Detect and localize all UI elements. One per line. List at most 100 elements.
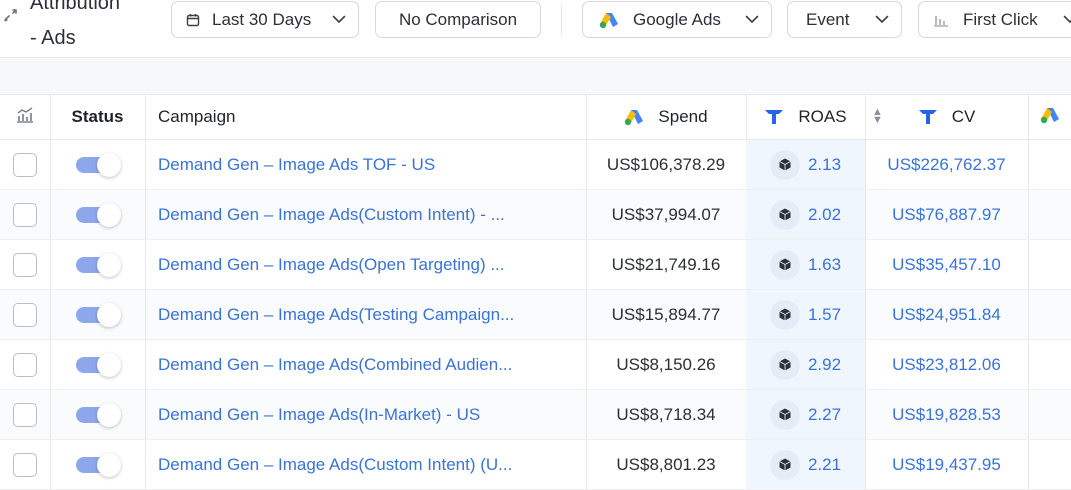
triadic-logo-icon (764, 109, 784, 125)
calendar-icon (186, 13, 200, 27)
status-cell (50, 190, 145, 239)
roas-value[interactable]: 2.92 (808, 355, 841, 375)
toggle-knob (96, 252, 121, 277)
cube-icon (769, 149, 800, 180)
date-range-label: Last 30 Days (212, 9, 312, 29)
channel-label: Google Ads (633, 9, 721, 29)
cv-value[interactable]: US$19,437.95 (892, 455, 1001, 475)
table-row[interactable]: Demand Gen – Image Ads(Custom Intent) (U… (0, 440, 1071, 490)
campaign-link[interactable]: Demand Gen – Image Ads(Custom Intent) - … (158, 205, 505, 225)
spend-value: US$8,801.23 (616, 454, 716, 474)
roas-cell: 2.02 (746, 190, 865, 239)
campaign-link[interactable]: Demand Gen – Image Ads(Open Targeting) .… (158, 255, 505, 275)
table-row[interactable]: Demand Gen – Image Ads(Open Targeting) .… (0, 240, 1071, 290)
row-checkbox-cell (0, 190, 50, 239)
roas-cell: 1.63 (746, 240, 865, 289)
cv-cell: US$24,951.84 (865, 290, 1028, 339)
status-cell (50, 290, 145, 339)
row-checkbox[interactable] (13, 252, 37, 277)
table-row[interactable]: Demand Gen – Image Ads(Combined Audien..… (0, 340, 1071, 390)
spend-cell: US$8,150.26 (586, 340, 746, 389)
attribution-model-dropdown[interactable]: First Click (918, 1, 1071, 38)
campaign-link[interactable]: Demand Gen – Image Ads(Custom Intent) (U… (158, 455, 512, 475)
toggle-knob (96, 452, 121, 477)
cube-icon (769, 399, 800, 430)
row-checkbox[interactable] (13, 402, 37, 427)
column-divider (1028, 340, 1029, 389)
spend-value: US$21,749.16 (611, 254, 721, 274)
status-toggle[interactable] (75, 402, 121, 427)
roas-value[interactable]: 2.21 (808, 455, 841, 475)
status-toggle[interactable] (75, 452, 121, 477)
toggle-knob (96, 352, 121, 377)
campaign-cell: Demand Gen – Image Ads TOF - US (145, 140, 586, 189)
status-cell (50, 240, 145, 289)
column-header-campaign[interactable]: Campaign (145, 95, 586, 139)
channel-dropdown[interactable]: Google Ads (582, 1, 772, 38)
spend-cell: US$8,718.34 (586, 390, 746, 439)
roas-value[interactable]: 2.02 (808, 205, 841, 225)
cv-value[interactable]: US$24,951.84 (892, 305, 1001, 325)
chevron-down-icon (875, 15, 889, 24)
status-toggle[interactable] (75, 252, 121, 277)
toggle-knob (96, 202, 121, 227)
table-header-row: Status Campaign Spend ROAS ▲ ▼ CV (0, 94, 1071, 140)
bar-chart-icon (933, 13, 949, 27)
table-row[interactable]: Demand Gen – Image Ads TOF - US US$106,37… (0, 140, 1071, 190)
row-checkbox[interactable] (13, 152, 37, 177)
campaign-link[interactable]: Demand Gen – Image Ads TOF - US (158, 155, 435, 175)
spend-value: US$8,718.34 (616, 404, 716, 424)
column-header-more[interactable] (1028, 95, 1071, 139)
status-toggle[interactable] (75, 352, 121, 377)
campaign-link[interactable]: Demand Gen – Image Ads(Combined Audien..… (158, 355, 512, 375)
row-checkbox[interactable] (13, 352, 37, 377)
comparison-button[interactable]: No Comparison (375, 1, 541, 38)
status-toggle[interactable] (75, 302, 121, 327)
event-label: Event (806, 9, 850, 29)
date-range-dropdown[interactable]: Last 30 Days (171, 1, 359, 38)
status-toggle[interactable] (75, 202, 121, 227)
cv-cell: US$35,457.10 (865, 240, 1028, 289)
table-row[interactable]: Demand Gen – Image Ads(In-Market) - US US… (0, 390, 1071, 440)
column-settings-button[interactable] (0, 95, 50, 139)
event-dropdown[interactable]: Event (787, 1, 902, 38)
cv-value[interactable]: US$19,828.53 (892, 405, 1001, 425)
roas-value[interactable]: 2.27 (808, 405, 841, 425)
cv-value[interactable]: US$76,887.97 (892, 205, 1001, 225)
sort-icon[interactable]: ▲ ▼ (872, 107, 883, 126)
row-checkbox[interactable] (13, 452, 37, 477)
row-checkbox[interactable] (13, 202, 37, 227)
column-divider (1028, 140, 1029, 189)
cv-value[interactable]: US$35,457.10 (892, 255, 1001, 275)
roas-value[interactable]: 2.13 (808, 155, 841, 175)
column-header-cv[interactable]: ▲ ▼ CV (865, 95, 1028, 139)
campaign-link[interactable]: Demand Gen – Image Ads(In-Market) - US (158, 405, 480, 425)
column-header-cv-label: CV (951, 107, 976, 126)
campaign-cell: Demand Gen – Image Ads(Testing Campaign.… (145, 290, 586, 339)
page-title-line1: Attribution (30, 0, 121, 14)
table-row[interactable]: Demand Gen – Image Ads(Custom Intent) - … (0, 190, 1071, 240)
toggle-knob (96, 302, 121, 327)
table-row[interactable]: Demand Gen – Image Ads(Testing Campaign.… (0, 290, 1071, 340)
cv-value[interactable]: US$226,762.37 (887, 155, 1005, 175)
column-header-roas[interactable]: ROAS (746, 95, 865, 139)
cv-value[interactable]: US$23,812.06 (892, 355, 1001, 375)
roas-value[interactable]: 1.63 (808, 255, 841, 275)
cube-icon (769, 349, 800, 380)
toggle-knob (96, 152, 121, 177)
spend-cell: US$8,801.23 (586, 440, 746, 489)
column-header-spend[interactable]: Spend (586, 95, 746, 139)
comparison-label: No Comparison (398, 9, 518, 29)
chevron-down-icon (332, 15, 346, 24)
campaign-link[interactable]: Demand Gen – Image Ads(Testing Campaign.… (158, 305, 514, 325)
roas-value[interactable]: 1.57 (808, 305, 841, 325)
row-checkbox-cell (0, 140, 50, 189)
google-ads-icon (599, 11, 619, 29)
row-checkbox[interactable] (13, 302, 37, 327)
column-divider (1028, 290, 1029, 339)
status-toggle[interactable] (75, 152, 121, 177)
column-header-status[interactable]: Status (50, 95, 145, 139)
spend-cell: US$21,749.16 (586, 240, 746, 289)
column-header-roas-label: ROAS (798, 107, 847, 126)
status-cell (50, 340, 145, 389)
